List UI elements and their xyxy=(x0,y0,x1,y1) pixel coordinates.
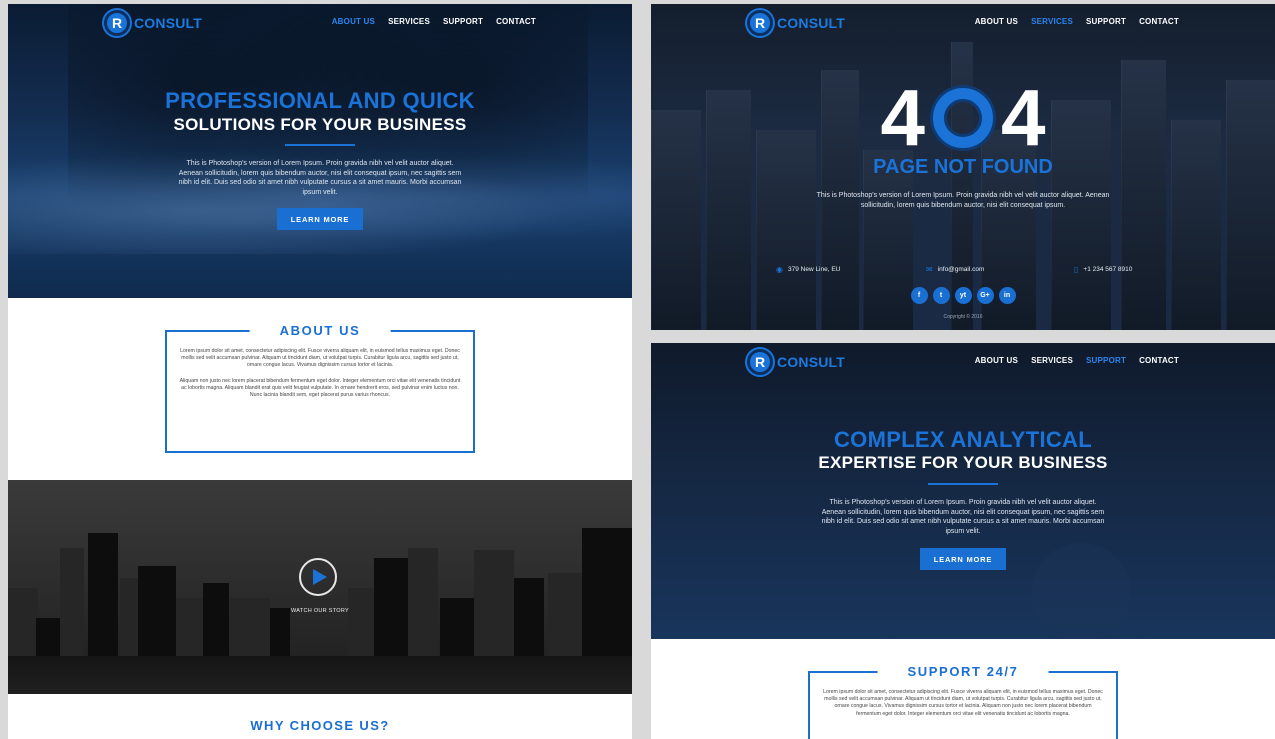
error-text: This is Photoshop's version of Lorem Ips… xyxy=(816,192,1110,209)
twitter-icon[interactable]: t xyxy=(932,287,950,304)
phone-icon: ▯ xyxy=(1074,265,1079,274)
support-title: SUPPORT 24/7 xyxy=(877,664,1049,679)
about-box: ABOUT US Lorem ipsum dolor sit amet, con… xyxy=(165,323,475,453)
support-hero xyxy=(651,343,1275,639)
logo[interactable]: R CONSULT xyxy=(747,10,845,36)
about-title: ABOUT US xyxy=(249,323,391,338)
hero-text: This is Photoshop's version of Lorem Ips… xyxy=(821,499,1105,535)
nav-about-us[interactable]: ABOUT US xyxy=(975,356,1018,365)
river xyxy=(8,656,632,694)
hero-title-line2: SOLUTIONS FOR YOUR BUSINESS xyxy=(173,115,467,134)
hero-text: This is Photoshop's version of Lorem Ips… xyxy=(178,160,462,196)
email-text: info@gmail.com xyxy=(937,266,985,273)
hero-divider xyxy=(285,144,355,146)
nav-about-us[interactable]: ABOUT US xyxy=(975,17,1018,26)
support-box: SUPPORT 24/7 Lorem ipsum dolor sit amet,… xyxy=(808,664,1118,739)
main-menu: ABOUT US SERVICES SUPPORT CONTACT xyxy=(975,17,1179,26)
about-paragraph-1: Lorem ipsum dolor sit amet, consectetur … xyxy=(180,348,460,369)
learn-more-button[interactable]: LEARN MORE xyxy=(277,208,363,230)
nav-support[interactable]: SUPPORT xyxy=(1086,17,1126,26)
nav-services[interactable]: SERVICES xyxy=(1031,356,1073,365)
main-menu: ABOUT US SERVICES SUPPORT CONTACT xyxy=(975,356,1179,365)
logo-badge: R xyxy=(747,349,773,375)
about-paragraph-2: Aliquam non justo nec lorem placerat bib… xyxy=(179,377,461,399)
about-hero xyxy=(8,4,632,298)
copyright: Copyright © 2016 xyxy=(943,314,983,320)
support-page-mockup: R CONSULT ABOUT US SERVICES SUPPORT CONT… xyxy=(651,343,1275,739)
navbar: R CONSULT ABOUT US SERVICES SUPPORT CONT… xyxy=(651,4,1275,40)
nav-support[interactable]: SUPPORT xyxy=(1086,356,1126,365)
nav-services[interactable]: SERVICES xyxy=(388,17,430,26)
envelope-icon: ✉ xyxy=(926,265,933,274)
social-links: f t yt G+ in xyxy=(651,287,1275,304)
hero-title-line1: PROFESSIONAL AND QUICK xyxy=(165,88,475,113)
hero-divider xyxy=(928,483,998,485)
contact-phone[interactable]: ▯ +1 234 567 8910 xyxy=(1074,265,1132,274)
error-zero-ring-icon xyxy=(933,88,993,148)
main-menu: ABOUT US SERVICES SUPPORT CONTACT xyxy=(332,17,536,26)
nav-services[interactable]: SERVICES xyxy=(1031,17,1073,26)
logo-badge: R xyxy=(747,10,773,36)
watch-story-label: WATCH OUR STORY xyxy=(290,608,350,614)
logo[interactable]: R CONSULT xyxy=(747,349,845,375)
nav-contact[interactable]: CONTACT xyxy=(1139,17,1179,26)
hero-title-line2: EXPERTISE FOR YOUR BUSINESS xyxy=(818,453,1108,472)
contact-email[interactable]: ✉ info@gmail.com xyxy=(926,265,984,274)
error-code: 4 4 xyxy=(651,78,1275,158)
error-page-mockup: R CONSULT ABOUT US SERVICES SUPPORT CONT… xyxy=(651,4,1275,330)
logo-badge: R xyxy=(104,10,130,36)
nav-contact[interactable]: CONTACT xyxy=(1139,356,1179,365)
navbar: R CONSULT ABOUT US SERVICES SUPPORT CONT… xyxy=(8,4,632,40)
logo-text: CONSULT xyxy=(777,15,846,31)
facebook-icon[interactable]: f xyxy=(910,287,928,304)
contact-address: ◉ 379 New Line, EU xyxy=(776,265,840,274)
logo-text: CONSULT xyxy=(777,354,846,370)
linkedin-icon[interactable]: in xyxy=(998,287,1016,304)
play-button[interactable] xyxy=(299,558,337,596)
logo[interactable]: R CONSULT xyxy=(104,10,202,36)
nav-support[interactable]: SUPPORT xyxy=(443,17,483,26)
nav-about-us[interactable]: ABOUT US xyxy=(332,17,375,26)
navbar: R CONSULT ABOUT US SERVICES SUPPORT CONT… xyxy=(651,343,1275,379)
location-pin-icon: ◉ xyxy=(776,265,783,274)
nav-contact[interactable]: CONTACT xyxy=(496,17,536,26)
address-text: 379 New Line, EU xyxy=(787,266,841,273)
phone-text: +1 234 567 8910 xyxy=(1083,266,1133,273)
play-icon xyxy=(312,569,327,585)
google-plus-icon[interactable]: G+ xyxy=(976,287,994,304)
youtube-icon[interactable]: yt xyxy=(954,287,972,304)
hero-title-line1: COMPLEX ANALYTICAL xyxy=(833,427,1092,452)
error-digit-left: 4 xyxy=(880,73,926,162)
learn-more-button[interactable]: LEARN MORE xyxy=(920,548,1006,570)
page-not-found-title: PAGE NOT FOUND xyxy=(873,156,1053,178)
error-digit-right: 4 xyxy=(1001,73,1046,162)
support-paragraph: Lorem ipsum dolor sit amet, consectetur … xyxy=(823,689,1103,717)
why-choose-title: WHY CHOOSE US? xyxy=(250,718,390,733)
video-section: WATCH OUR STORY xyxy=(8,480,632,694)
logo-text: CONSULT xyxy=(134,15,203,31)
about-page-mockup: R CONSULT ABOUT US SERVICES SUPPORT CONT… xyxy=(8,4,632,739)
